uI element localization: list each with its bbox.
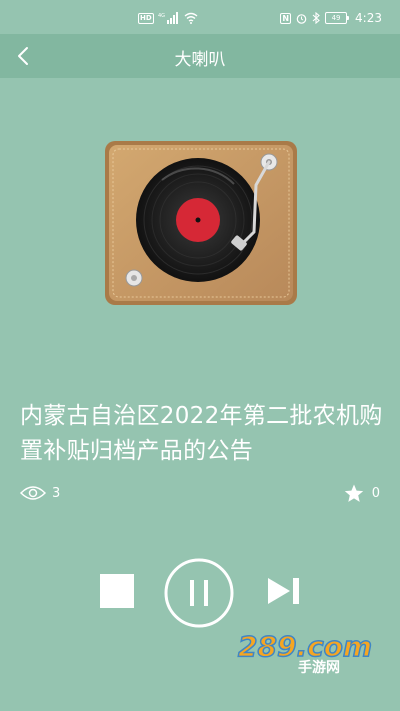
pause-button[interactable] — [164, 558, 234, 628]
like-button[interactable]: 0 — [344, 482, 380, 504]
watermark-sub: 手游网 — [298, 659, 340, 676]
view-count-value: 3 — [52, 485, 61, 501]
page-title: 大喇叭 — [174, 50, 226, 70]
battery-icon: 49 — [325, 12, 350, 24]
status-right: N 49 4:23 — [280, 10, 382, 26]
stop-button[interactable] — [100, 574, 134, 608]
signal-label: 4G — [158, 13, 165, 19]
wifi-icon — [184, 12, 198, 24]
status-time: 4:23 — [355, 11, 382, 25]
status-bar: HD 4G N 49 4:23 — [0, 0, 400, 34]
status-left: HD 4G — [138, 11, 198, 25]
record-player-illustration — [105, 141, 297, 305]
like-count-value: 0 — [371, 485, 380, 501]
battery-level: 49 — [331, 14, 341, 22]
watermark-main: 289.com — [238, 630, 372, 663]
watermark-logo: 289.com 手游网 — [237, 629, 373, 676]
article-title: 内蒙古自治区2022年第二批农机购置补贴归档产品的公告 — [20, 403, 383, 464]
alarm-icon — [296, 13, 307, 24]
skip-next-icon — [268, 578, 299, 604]
hd-badge: HD — [138, 12, 154, 24]
nfc-icon: N — [280, 12, 292, 24]
bluetooth-icon — [312, 12, 320, 24]
next-button[interactable] — [266, 576, 302, 606]
view-count: 3 — [20, 482, 60, 504]
audio-player-screen: HD 4G N 49 4:23 大喇叭 内蒙古自治区2022年第二批农机购置补贴… — [0, 0, 400, 711]
eye-icon — [20, 486, 46, 500]
nav-bar: 大喇叭 — [0, 34, 400, 78]
star-icon — [344, 484, 363, 502]
pause-icon — [164, 558, 234, 628]
cellular-signal-icon: 4G — [158, 12, 178, 24]
